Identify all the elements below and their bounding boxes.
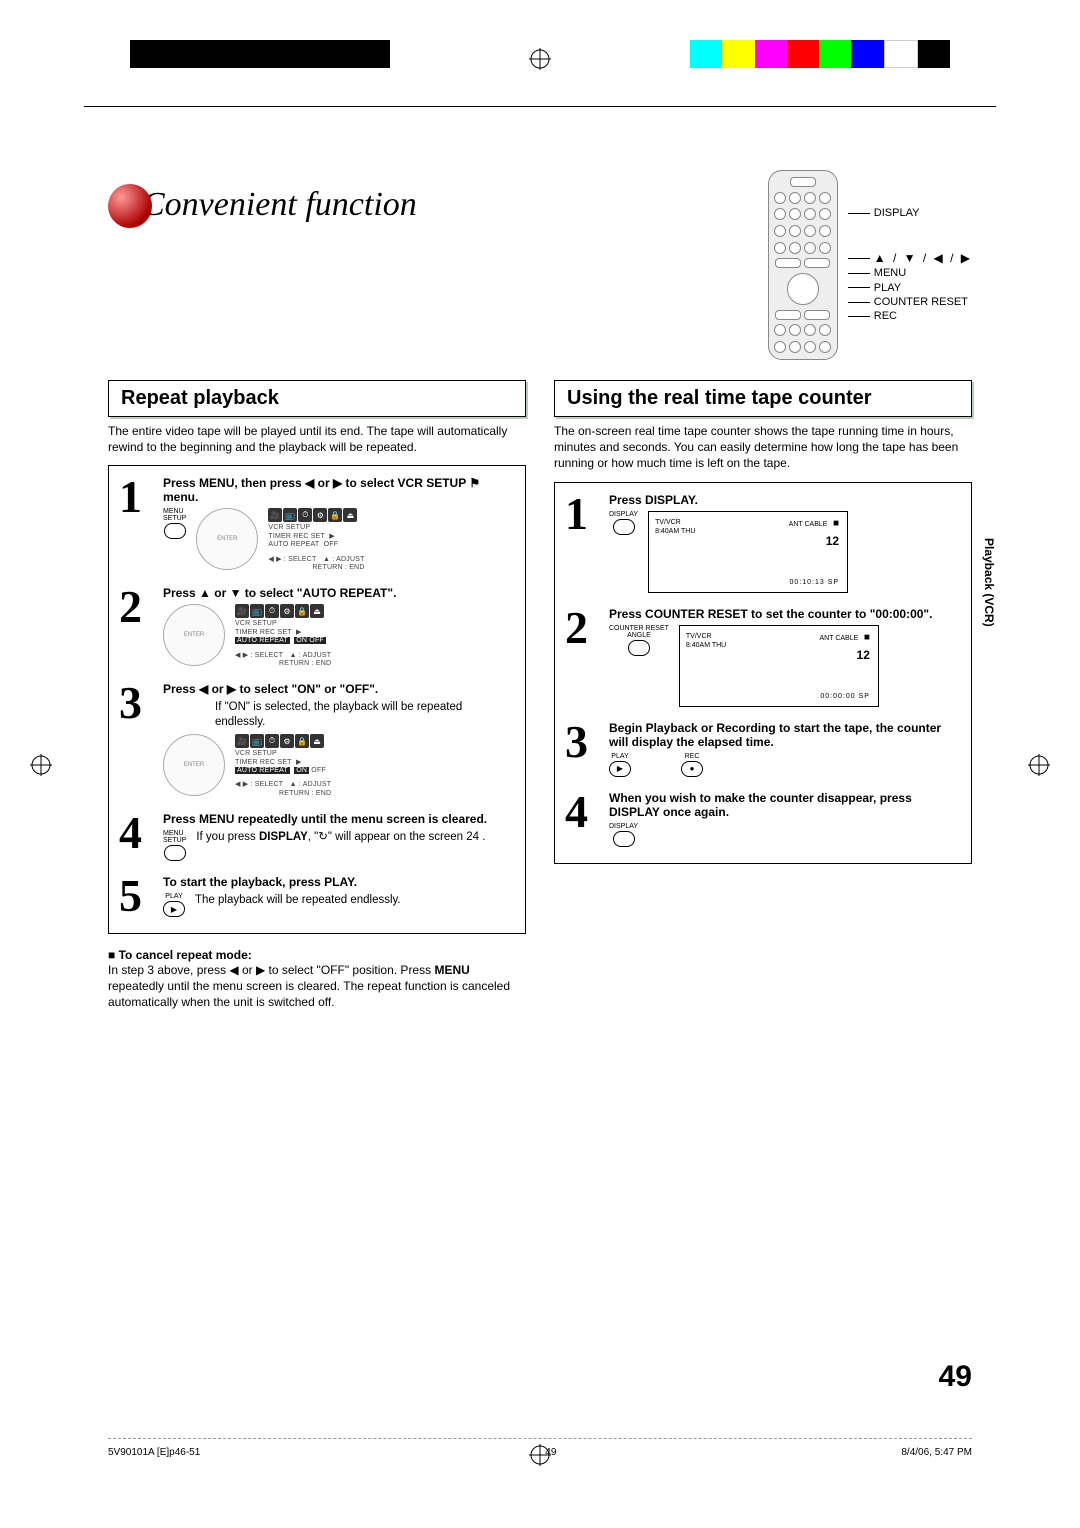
step-title: Press MENU repeatedly until the menu scr… <box>163 812 515 826</box>
remote-label-arrows: ▲ / ▼ / ◀ / ▶ <box>848 251 972 267</box>
content-area: Convenient function DISPLAY <box>108 170 972 1388</box>
step-number: 3 <box>119 682 155 798</box>
cancel-note: To cancel repeat mode: In step 3 above, … <box>108 948 526 1011</box>
step-title: Press ▲ or ▼ to select "AUTO REPEAT". <box>163 586 515 600</box>
footer-page: 49 <box>545 1447 556 1458</box>
osd-iconstrip: 🎥📺⏱⚙🔒⏏ <box>235 604 331 618</box>
remote-label-counter-reset: COUNTER RESET <box>848 295 972 309</box>
osd-menu-title: VCR SETUP <box>268 524 364 532</box>
main-columns: Repeat playback The entire video tape wi… <box>108 380 972 1011</box>
step-title: When you wish to make the counter disapp… <box>609 791 961 819</box>
registration-mark-left <box>30 754 52 779</box>
remote-label-display: DISPLAY <box>848 206 972 220</box>
step-title: Press MENU, then press ◀ or ▶ to select … <box>163 476 515 504</box>
footer-datetime: 8/4/06, 5:47 PM <box>901 1447 972 1458</box>
right-column: Using the real time tape counter The on-… <box>554 380 972 1011</box>
play-button-icon: PLAY ▶ <box>609 753 631 777</box>
nav-wheel-icon <box>163 604 225 666</box>
play-button-icon: PLAY ▶ <box>163 893 185 917</box>
color-bar-right <box>690 40 950 68</box>
repeat-step-3: 3 Press ◀ or ▶ to select "ON" or "OFF". … <box>119 682 515 798</box>
side-tab-playback-vcr: Playback (VCR) <box>980 530 998 635</box>
section-heading-counter: Using the real time tape counter <box>554 380 972 417</box>
counter-step-2: 2 Press COUNTER RESET to set the counter… <box>565 607 961 707</box>
counter-step-3: 3 Begin Playback or Recording to start t… <box>565 721 961 777</box>
menu-setup-button-icon: MENU SETUP <box>163 830 186 861</box>
footer: 5V90101A [E]p46-51 49 8/4/06, 5:47 PM <box>108 1438 972 1458</box>
step-number: 2 <box>565 607 601 707</box>
osd-iconstrip: 🎥📺⏱⚙🔒⏏ <box>235 734 331 748</box>
osd-screen-1: TV/VCR 8:40AM THU ANT CABLE ■ 12 00:10:1… <box>648 511 848 593</box>
step-title: Press DISPLAY. <box>609 493 961 507</box>
step-title: To start the playback, press PLAY. <box>163 875 515 889</box>
repeat-step-4: 4 Press MENU repeatedly until the menu s… <box>119 812 515 861</box>
nav-wheel-icon <box>196 508 258 570</box>
cancel-heading: To cancel repeat mode: <box>108 948 526 962</box>
step-number: 5 <box>119 875 155 917</box>
counter-step-4: 4 When you wish to make the counter disa… <box>565 791 961 847</box>
page-title: Convenient function <box>142 186 417 224</box>
repeat-steps-box: 1 Press MENU, then press ◀ or ▶ to selec… <box>108 465 526 934</box>
section-heading-repeat: Repeat playback <box>108 380 526 417</box>
counter-intro: The on-screen real time tape counter sho… <box>554 423 972 472</box>
osd-iconstrip: 🎥📺⏱⚙🔒⏏ <box>268 508 364 522</box>
repeat-intro: The entire video tape will be played unt… <box>108 423 526 455</box>
red-sphere-icon <box>108 184 152 228</box>
step-title: Press ◀ or ▶ to select "ON" or "OFF". <box>163 682 515 696</box>
repeat-step-5: 5 To start the playback, press PLAY. PLA… <box>119 875 515 917</box>
step-number: 1 <box>119 476 155 572</box>
title-group: Convenient function <box>108 180 417 224</box>
remote-label-rec: REC <box>848 309 972 323</box>
step-number: 3 <box>565 721 601 777</box>
page: Convenient function DISPLAY <box>0 0 1080 1528</box>
step-desc: If you press DISPLAY, "↻" will appear on… <box>196 830 485 845</box>
step-desc: The playback will be repeated endlessly. <box>195 893 401 908</box>
display-button-icon: DISPLAY <box>609 823 638 847</box>
remote-label-play: PLAY <box>848 281 972 295</box>
header-row: Convenient function DISPLAY <box>108 170 972 360</box>
remote-illustration-group: DISPLAY ▲ / ▼ / ◀ / ▶ MENU PLAY COUNTER … <box>768 170 972 360</box>
nav-wheel-icon <box>163 734 225 796</box>
step-desc: If "ON" is selected, the playback will b… <box>215 700 515 730</box>
remote-label-menu: MENU <box>848 266 972 280</box>
remote-label-stack: DISPLAY ▲ / ▼ / ◀ / ▶ MENU PLAY COUNTER … <box>848 206 972 323</box>
step-number: 4 <box>119 812 155 861</box>
display-button-icon: DISPLAY <box>609 511 638 535</box>
footer-file: 5V90101A [E]p46-51 <box>108 1447 200 1458</box>
remote-illustration <box>768 170 838 360</box>
step-number: 1 <box>565 493 601 593</box>
step-title: Begin Playback or Recording to start the… <box>609 721 961 749</box>
step-number: 2 <box>119 586 155 668</box>
page-number: 49 <box>939 1360 972 1394</box>
left-column: Repeat playback The entire video tape wi… <box>108 380 526 1011</box>
menu-setup-button-icon: MENU SETUP <box>163 508 186 539</box>
repeat-step-2: 2 Press ▲ or ▼ to select "AUTO REPEAT". … <box>119 586 515 668</box>
counter-reset-button-icon: COUNTER RESET ANGLE <box>609 625 669 656</box>
step-number: 4 <box>565 791 601 847</box>
registration-mark-top <box>529 48 551 70</box>
counter-step-1: 1 Press DISPLAY. DISPLAY TV/VCR 8: <box>565 493 961 593</box>
repeat-step-1: 1 Press MENU, then press ◀ or ▶ to selec… <box>119 476 515 572</box>
osd-screen-2: TV/VCR 8:40AM THU ANT CABLE ■ 12 00:00:0… <box>679 625 879 707</box>
step-title: Press COUNTER RESET to set the counter t… <box>609 607 961 621</box>
rec-button-icon: REC ● <box>681 753 703 777</box>
cancel-body: In step 3 above, press ◀ or ▶ to select … <box>108 962 526 1011</box>
crop-line-top <box>84 106 996 107</box>
registration-mark-right <box>1028 754 1050 779</box>
color-bar-left <box>130 40 390 68</box>
counter-steps-box: 1 Press DISPLAY. DISPLAY TV/VCR 8: <box>554 482 972 864</box>
